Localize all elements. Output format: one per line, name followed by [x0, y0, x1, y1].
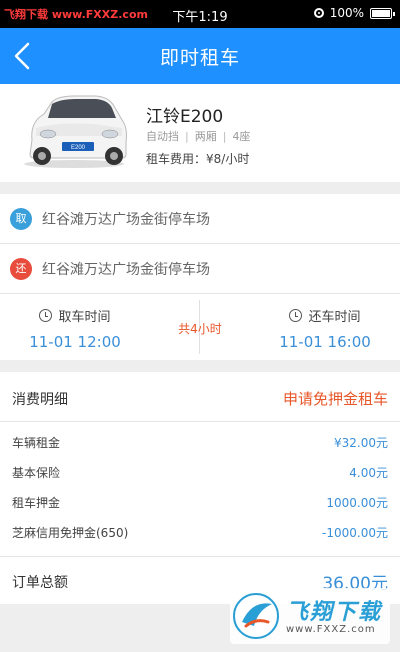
return-time-label-wrap: 还车时间 — [250, 306, 400, 325]
fee-row: 基本保险 4.00元 — [0, 460, 400, 486]
pickup-time-value: 11-01 12:00 — [29, 333, 121, 351]
car-image: E200 — [24, 95, 127, 168]
location-card: 取 红谷滩万达广场金街停车场 还 红谷滩万达广场金街停车场 取车时间 11-01… — [0, 194, 400, 360]
nav-bar: 即时租车 — [0, 28, 400, 84]
pickup-location: 红谷滩万达广场金街停车场 — [42, 212, 210, 228]
fee-card: 消费明细 申请免押金租车 车辆租金 ¥32.00元 基本保险 4.00元 租车押… — [0, 372, 400, 604]
clock-icon — [39, 309, 53, 322]
pickup-time-label-wrap: 取车时间 — [0, 306, 150, 325]
return-location-row[interactable]: 还 红谷滩万达广场金街停车场 — [0, 244, 400, 294]
fee-name: 基本保险 — [12, 466, 61, 480]
car-transmission: 自动挡 — [146, 130, 179, 143]
car-specs: 自动挡 | 两厢 | 4座 — [146, 128, 250, 144]
car-plate: E200 — [71, 145, 86, 151]
rental-time: 取车时间 11-01 12:00 共4小时 还车时间 11-01 16:00 — [0, 294, 400, 360]
fee-row: 车辆租金 ¥32.00元 — [0, 430, 400, 456]
spec-divider: | — [222, 130, 227, 143]
pickup-time-label: 取车时间 — [58, 310, 111, 325]
fee-value: -1000.00元 — [322, 526, 388, 540]
logo-icon — [233, 593, 279, 639]
total-label: 订单总额 — [12, 575, 68, 591]
return-time[interactable]: 还车时间 11-01 16:00 — [250, 294, 400, 351]
car-seats: 4座 — [232, 130, 251, 143]
fee-value: ¥32.00元 — [334, 436, 388, 450]
car-name: 江铃E200 — [146, 107, 224, 127]
battery-icon — [370, 7, 395, 19]
fee-row: 芝麻信用免押金(650) -1000.00元 — [0, 520, 400, 546]
fee-header-label: 消费明细 — [12, 392, 68, 408]
location-icon — [313, 8, 324, 18]
apply-deposit-free-button[interactable]: 申请免押金租车 — [283, 388, 388, 409]
fee-header: 消费明细 申请免押金租车 — [0, 372, 400, 422]
fee-name: 芝麻信用免押金(650) — [12, 526, 129, 540]
status-bar: 飞翔下载 www.FXXZ.com 下午1:19 100% — [0, 0, 400, 28]
pickup-location-row[interactable]: 取 红谷滩万达广场金街停车场 — [0, 194, 400, 244]
fee-row: 租车押金 1000.00元 — [0, 490, 400, 516]
car-body: 两厢 — [194, 130, 217, 143]
watermark-brand: 飞翔下载 — [286, 600, 383, 625]
fee-name: 车辆租金 — [12, 436, 61, 450]
pickup-time[interactable]: 取车时间 11-01 12:00 — [0, 294, 150, 351]
watermark-logo: 飞翔下载 www.FXXZ.com — [230, 588, 390, 644]
battery-percent: 100% — [329, 6, 364, 20]
status-right: 100% — [313, 6, 395, 20]
fee-name: 租车押金 — [12, 496, 61, 510]
fee-value: 4.00元 — [349, 466, 388, 480]
pickup-badge-icon: 取 — [10, 208, 32, 230]
watermark-site: www.FXXZ.com — [286, 624, 376, 635]
car-card: E200 江铃E200 自动挡 | 两厢 | 4座 租车费用：¥8/小时 — [0, 84, 400, 182]
spec-divider: | — [185, 130, 189, 143]
rental-duration: 共4小时 — [178, 322, 222, 336]
clock-icon — [289, 309, 303, 322]
return-time-value: 11-01 16:00 — [279, 333, 371, 351]
return-badge-icon: 还 — [10, 258, 32, 280]
return-location: 红谷滩万达广场金街停车场 — [42, 262, 210, 278]
page-title: 即时租车 — [159, 47, 240, 69]
return-time-label: 还车时间 — [308, 310, 361, 325]
fee-value: 1000.00元 — [326, 496, 388, 510]
car-price: 租车费用：¥8/小时 — [146, 152, 250, 166]
